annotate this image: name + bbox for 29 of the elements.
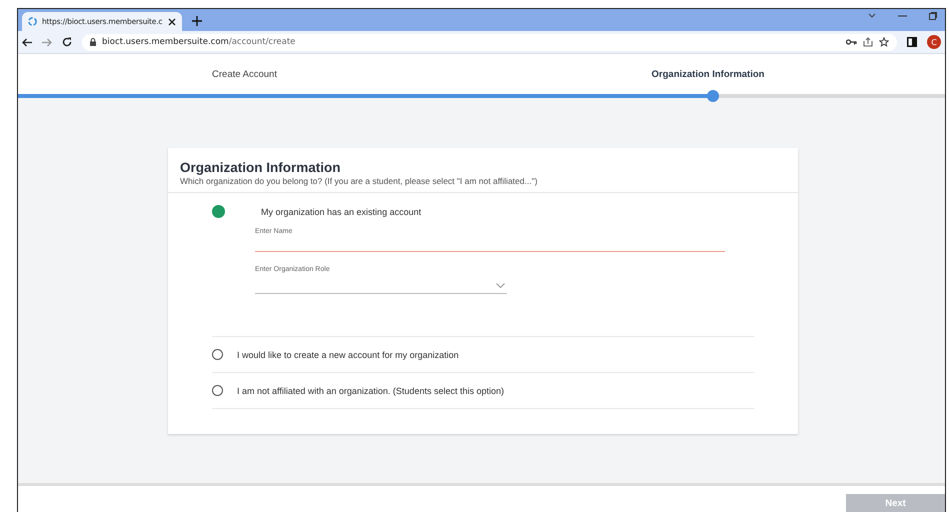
- site-icon: [28, 17, 37, 26]
- url-text: bioct.users.membersuite.com/account/create: [102, 37, 296, 47]
- card-title: Organization Information: [180, 160, 342, 175]
- star-icon[interactable]: [879, 37, 889, 47]
- progress-handle: [707, 90, 720, 102]
- radio-button[interactable]: [212, 385, 223, 396]
- step-label: Organization Information: [650, 68, 766, 80]
- step-label: Create Account: [211, 68, 278, 80]
- radio-button[interactable]: [212, 349, 223, 360]
- forward-icon[interactable]: [42, 38, 52, 46]
- restore-icon[interactable]: [929, 12, 937, 20]
- lock-icon: [90, 38, 96, 46]
- radio-button[interactable]: [212, 205, 225, 218]
- key-icon[interactable]: [846, 39, 857, 45]
- profile-avatar[interactable]: C: [927, 35, 941, 49]
- minimize-icon[interactable]: [898, 15, 907, 17]
- card-subtitle: Which organization do you belong to? (If you are a student, please select "I am not affiliated..."): [180, 176, 538, 186]
- close-icon[interactable]: [168, 18, 176, 26]
- back-icon[interactable]: [22, 38, 32, 46]
- share-icon[interactable]: [863, 37, 873, 47]
- address-bar[interactable]: bioct.users.membersuite.com/account/create: [82, 34, 897, 50]
- option-label: I would like to create a new account for my organization: [237, 350, 459, 360]
- chevron-down-icon[interactable]: [868, 13, 876, 19]
- new-tab-icon[interactable]: [192, 16, 202, 26]
- reload-icon[interactable]: [62, 37, 72, 47]
- option-label: I am not affiliated with an organization. (Students select this option): [237, 386, 504, 396]
- option-label: My organization has an existing account: [261, 206, 422, 216]
- chevron-down-icon: [496, 283, 505, 288]
- side-panel-icon[interactable]: [907, 37, 917, 47]
